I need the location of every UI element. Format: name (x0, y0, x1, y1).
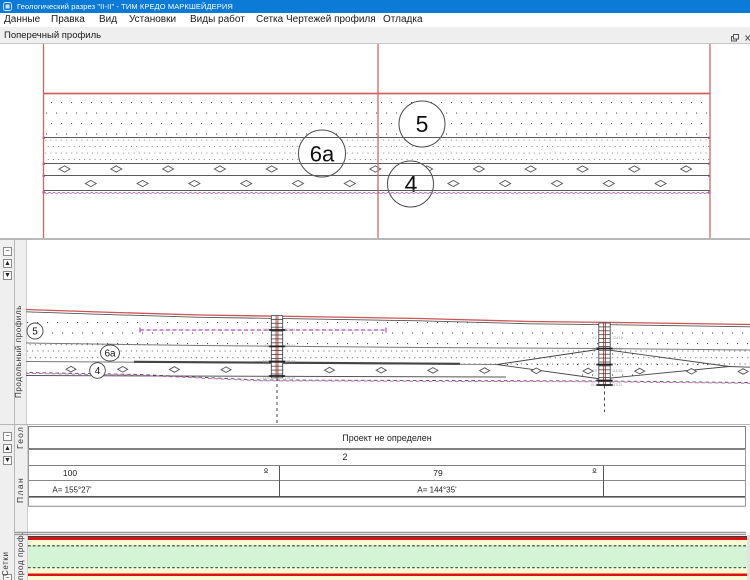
svg-text:A= 144°35': A= 144°35' (417, 486, 457, 495)
svg-text:15.0: 15.0 (590, 383, 597, 387)
svg-text:79: 79 (433, 468, 443, 478)
svg-text:2: 2 (342, 452, 347, 462)
svg-text:116.35: 116.35 (285, 376, 295, 380)
svg-text:A= 155°27': A= 155°27' (52, 486, 92, 495)
svg-text:4: 4 (95, 366, 101, 377)
svg-text:122.21: 122.21 (285, 328, 296, 332)
svg-text:100: 100 (63, 468, 77, 478)
svg-text:6.2: 6.2 (592, 347, 597, 351)
svg-text:124.31: 124.31 (612, 322, 623, 326)
svg-text:120.17: 120.17 (285, 360, 296, 364)
svg-text:10.2: 10.2 (263, 360, 270, 364)
svg-text:7.24: 7.24 (263, 328, 270, 332)
svg-text:0.4: 0.4 (592, 322, 597, 326)
svg-text:122.04: 122.04 (285, 344, 296, 348)
svg-text:11.5: 11.5 (590, 369, 597, 373)
svg-text:115.21: 115.21 (612, 383, 622, 387)
svg-text:4.2: 4.2 (592, 336, 597, 340)
svg-text:7.9: 7.9 (265, 344, 270, 348)
svg-text:118.35: 118.35 (612, 369, 622, 373)
svg-text:5: 5 (32, 327, 38, 338)
svg-text:Проект не определен: Проект не определен (342, 433, 432, 443)
svg-text:5: 5 (416, 111, 429, 137)
svg-text:14.6: 14.6 (263, 376, 270, 380)
svg-text:6а: 6а (104, 349, 116, 360)
svg-text:122.21: 122.21 (612, 347, 623, 351)
svg-text:6а: 6а (310, 142, 335, 167)
svg-text:124.15: 124.15 (612, 336, 623, 340)
